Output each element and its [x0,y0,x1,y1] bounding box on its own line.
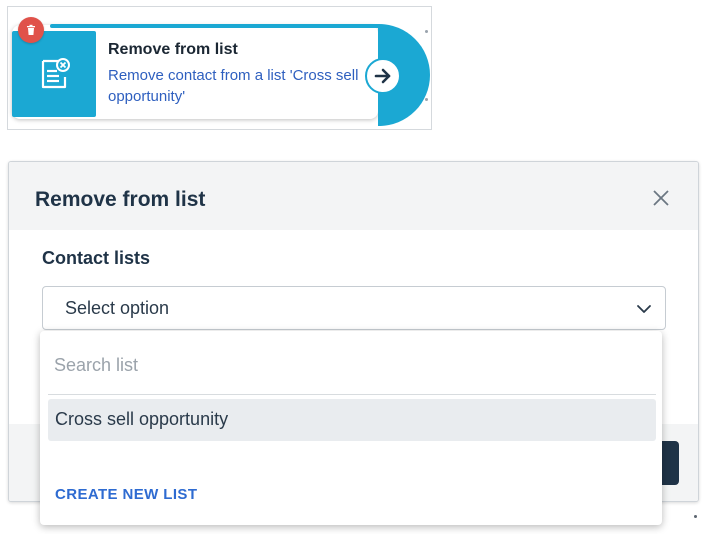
node-handle-dot [425,98,428,101]
modal-title: Remove from list [35,188,206,211]
list-option-label: Cross sell opportunity [55,409,229,429]
contact-lists-dropdown: Cross sell opportunity CREATE NEW LIST [40,331,662,525]
node-description: Remove contact from a list 'Cross sell o… [108,67,359,105]
arrow-right-icon [374,68,391,84]
select-value: Select option [65,298,170,318]
contact-lists-label: Contact lists [42,248,151,268]
dropdown-divider [48,394,656,395]
search-list-input[interactable] [54,350,614,380]
node-accent-line [50,24,380,28]
list-remove-icon [41,58,70,89]
node-action-icon-box [12,31,96,117]
create-new-list-link[interactable]: CREATE NEW LIST [55,486,197,503]
stray-dot [694,515,697,518]
delete-node-button[interactable] [18,17,44,43]
node-title: Remove from list [108,41,238,58]
close-icon [653,190,669,206]
node-next-button[interactable] [365,58,401,94]
node-handle-dot [425,30,428,33]
contact-lists-select[interactable]: Select option [42,286,666,330]
list-option[interactable]: Cross sell opportunity [48,399,656,441]
chevron-down-icon [637,305,651,313]
trash-icon [27,24,35,35]
close-button[interactable] [649,186,673,210]
